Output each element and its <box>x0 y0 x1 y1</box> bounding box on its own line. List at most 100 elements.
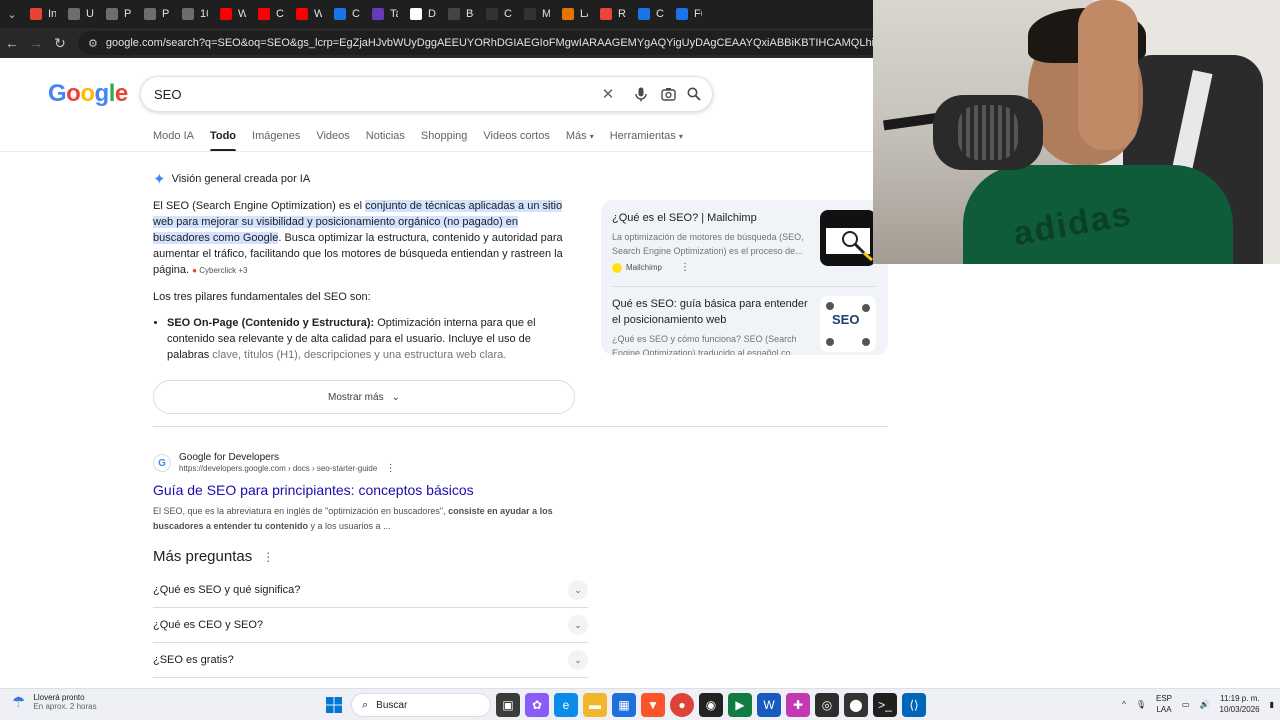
paa-question[interactable]: ¿Qué es SEO y qué significa? ⌄ <box>153 573 588 608</box>
plata-icon <box>144 8 156 20</box>
forward-icon[interactable]: → <box>24 28 48 58</box>
language-indicator[interactable]: ESP LAA <box>1156 693 1172 715</box>
tab-imagenes[interactable]: Imágenes <box>252 130 300 152</box>
clear-icon[interactable]: ✕ <box>599 85 617 103</box>
copilot-icon[interactable]: ✿ <box>525 693 549 717</box>
browser-tab[interactable]: Invit <box>24 0 62 28</box>
tab-search-icon[interactable]: ⌄ <box>0 0 24 28</box>
reload-icon[interactable]: ↻ <box>48 28 72 58</box>
file-explorer-icon[interactable]: ▬ <box>583 693 607 717</box>
search-result: G Google for Developers https://develope… <box>153 452 573 534</box>
browser-tab[interactable]: Man <box>518 0 556 28</box>
task-view-icon[interactable]: ▣ <box>496 693 520 717</box>
chart-icon <box>562 8 574 20</box>
ai-overview-subheading: Los tres pilares fundamentales del SEO s… <box>153 291 371 303</box>
browser-tab[interactable]: Corr <box>328 0 366 28</box>
back-icon[interactable]: ← <box>0 28 24 58</box>
brave-icon[interactable]: ▼ <box>641 693 665 717</box>
disc-icon <box>448 8 460 20</box>
mailchimp-thumbnail[interactable] <box>820 210 876 266</box>
tab-shopping[interactable]: Shopping <box>421 130 468 152</box>
browser-tab-label: Corr <box>352 8 360 20</box>
browser-tab[interactable]: Web <box>214 0 252 28</box>
source-card-title[interactable]: ¿Qué es el SEO? | Mailchimp <box>612 210 817 226</box>
tab-videos-cortos[interactable]: Videos cortos <box>483 130 549 152</box>
search-input[interactable] <box>154 86 584 102</box>
google-logo[interactable]: Google <box>48 80 128 108</box>
lens-icon[interactable] <box>659 85 677 103</box>
notification-icon[interactable]: ▮ <box>1270 700 1274 709</box>
browser-tab[interactable]: Delt <box>404 0 442 28</box>
browser-tab[interactable]: Plata <box>138 0 176 28</box>
browser-tab[interactable]: Cour <box>632 0 670 28</box>
ai-bullet-list: SEO On-Page (Contenido y Estructura): Op… <box>153 315 575 363</box>
seo-thumbnail[interactable]: SEO <box>820 296 876 352</box>
terminal-icon[interactable]: >_ <box>873 693 897 717</box>
result-header[interactable]: G Google for Developers https://develope… <box>153 452 573 474</box>
browser-tab[interactable]: Tare <box>366 0 404 28</box>
browser-tab[interactable]: Botó <box>442 0 480 28</box>
paa-question[interactable]: ¿Qué es CEO y SEO? ⌄ <box>153 608 588 643</box>
browser-tab[interactable]: 1004 <box>176 0 214 28</box>
browser-tab-label: Web <box>314 8 322 20</box>
page-icon <box>182 8 194 20</box>
caret-down-icon: ▾ <box>589 132 594 141</box>
browser-tab-label: Web <box>238 8 246 20</box>
google-favicon: G <box>153 454 171 472</box>
tab-noticias[interactable]: Noticias <box>366 130 405 152</box>
github-icon[interactable]: ◉ <box>699 693 723 717</box>
people-also-ask: Más preguntas ⋮ ¿Qué es SEO y qué signif… <box>153 548 588 678</box>
address-bar[interactable]: ⚙ google.com/search?q=SEO&oq=SEO&gs_lcrp… <box>78 31 873 55</box>
browser-tab[interactable]: Crea <box>480 0 518 28</box>
more-options-icon[interactable]: ⋮ <box>680 262 690 273</box>
weather-widget[interactable]: ☂ Lloverá pronto En aprox. 2 horas <box>12 693 97 711</box>
tab-videos[interactable]: Videos <box>316 130 349 152</box>
source-chip[interactable]: ● Cyberclick +3 <box>192 266 247 275</box>
search-icon: ⌕ <box>362 698 369 711</box>
taskbar-clock[interactable]: 11:19 p. m. 10/03/2026 <box>1220 693 1260 715</box>
chevron-up-icon[interactable]: ^ <box>1122 700 1126 709</box>
github-icon <box>524 8 536 20</box>
browser-tab[interactable]: CIPA <box>252 0 290 28</box>
tab-herramientas[interactable]: Herramientas ▾ <box>610 130 683 152</box>
result-title-link[interactable]: Guía de SEO para principiantes: concepto… <box>153 482 573 498</box>
store-icon[interactable]: ▦ <box>612 693 636 717</box>
word-icon[interactable]: W <box>757 693 781 717</box>
weather-status: Lloverá pronto <box>33 693 85 702</box>
source-card-title[interactable]: Qué es SEO: guía básica para entender el… <box>612 296 817 328</box>
taskbar-search[interactable]: ⌕ Buscar <box>351 693 491 717</box>
search-icon[interactable] <box>685 85 703 103</box>
network-icon[interactable]: ▭ <box>1182 700 1190 709</box>
tab-todo[interactable]: Todo <box>209 130 237 152</box>
app-icon[interactable]: ▶ <box>728 693 752 717</box>
browser-tab[interactable]: Resu <box>594 0 632 28</box>
browser-tab-label: Univ <box>86 8 94 20</box>
browser-tab[interactable]: Fu <box>670 0 708 28</box>
windows-start-icon[interactable] <box>322 693 346 717</box>
site-info-icon[interactable]: ⚙ <box>88 37 98 50</box>
browser-tab[interactable]: Web <box>290 0 328 28</box>
more-options-icon[interactable]: ⋮ <box>262 550 274 564</box>
paa-question[interactable]: ¿SEO es gratis? ⌄ <box>153 643 588 678</box>
webcam-overlay: adidas <box>873 0 1280 264</box>
browser-tab-label: Man <box>542 8 550 20</box>
slack-icon[interactable]: ✚ <box>786 693 810 717</box>
search-box: ✕ <box>140 76 713 112</box>
voice-search-icon[interactable] <box>632 85 650 103</box>
browser-tab[interactable]: Plata <box>100 0 138 28</box>
show-more-button[interactable]: Mostrar más ⌄ <box>153 380 575 414</box>
vscode-icon[interactable]: ⟨⟩ <box>902 693 926 717</box>
volume-icon[interactable]: 🔊 <box>1200 700 1210 709</box>
edge-icon[interactable]: e <box>554 693 578 717</box>
microphone-tray-icon[interactable]: 🎙 <box>1136 700 1146 709</box>
browser-tab[interactable]: LATA <box>556 0 594 28</box>
more-options-icon[interactable]: ⋮ <box>386 463 396 474</box>
obs-icon[interactable]: ◎ <box>815 693 839 717</box>
chrome-icon[interactable]: ● <box>670 693 694 717</box>
weather-detail: En aprox. 2 horas <box>33 702 97 711</box>
recorder-icon[interactable]: ⬤ <box>844 693 868 717</box>
browser-tab-label: Botó <box>466 8 474 20</box>
tab-mas[interactable]: Más ▾ <box>566 130 594 152</box>
browser-tab[interactable]: Univ <box>62 0 100 28</box>
tab-modo-ia[interactable]: Modo IA <box>153 130 194 152</box>
